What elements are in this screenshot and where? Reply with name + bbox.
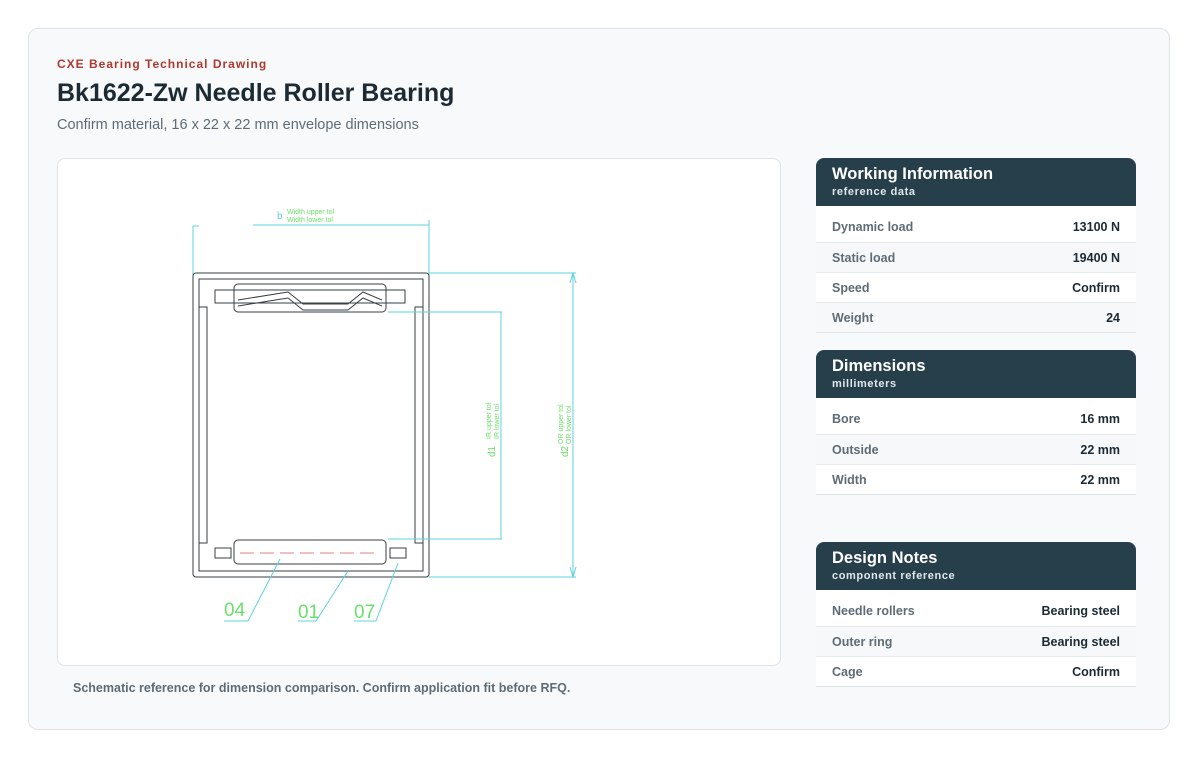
row-value: 16 mm xyxy=(1080,412,1120,426)
row-value: 24 xyxy=(1106,310,1120,325)
callout-04: 04 xyxy=(224,600,246,621)
dimensions-panel-title: Dimensions xyxy=(832,357,926,375)
design-notes-panel: Design Notes component reference Needle … xyxy=(816,542,1136,687)
table-row: Width 22 mm xyxy=(816,464,1136,494)
table-row: Speed Confirm xyxy=(816,272,1136,302)
main-card: CXE Bearing Technical Drawing Bk1622-Zw … xyxy=(28,28,1170,730)
outer-ring-outline xyxy=(192,272,430,578)
working-panel-subtitle: reference data xyxy=(832,186,916,198)
working-rows: Dynamic load 13100 N Static load 19400 N… xyxy=(816,206,1136,332)
table-row: Static load 19400 N xyxy=(816,242,1136,272)
outer-ring-inner-outline xyxy=(198,278,424,572)
d1-tol-lower: IR lower tol xyxy=(494,404,501,439)
cage-bottom-left xyxy=(214,547,232,559)
outer-ring-lip-right xyxy=(414,306,423,544)
design-panel-title: Design Notes xyxy=(832,549,938,567)
row-value: Confirm xyxy=(1072,280,1120,295)
width-tol-lower: Width lower tol xyxy=(287,217,333,224)
design-rows: Needle rollers Bearing steel Outer ring … xyxy=(816,590,1136,686)
table-row: Dynamic load 13100 N xyxy=(816,212,1136,242)
bottom-rollers xyxy=(214,539,407,565)
row-value: 19400 N xyxy=(1072,250,1120,265)
working-panel-header: Working Information reference data xyxy=(816,158,1136,206)
d2-tol-upper: OR upper tol xyxy=(558,404,565,444)
width-tol-upper: Width upper tol xyxy=(287,209,335,216)
d1-label: d1 xyxy=(487,445,498,457)
table-row: Bore 16 mm xyxy=(816,404,1136,434)
callout-07: 07 xyxy=(354,602,375,623)
outer-ring xyxy=(192,272,430,578)
top-cage xyxy=(214,283,406,313)
technical-drawing: b Width upper tol Width lower tol d1 IR … xyxy=(57,158,781,666)
working-panel-title: Working Information xyxy=(832,165,994,183)
design-panel-subtitle: component reference xyxy=(832,570,956,582)
callout-01: 01 xyxy=(298,602,319,623)
d1-dimension xyxy=(388,311,502,540)
cage-top-band xyxy=(214,289,406,304)
row-value: 13100 N xyxy=(1072,220,1120,234)
cage-bottom-right xyxy=(389,547,407,559)
page-subtitle: Confirm material, 16 x 22 x 22 mm envelo… xyxy=(57,117,419,133)
table-row: Outer ring Bearing steel xyxy=(816,626,1136,656)
d2-tol-lower: OR lower tol xyxy=(566,405,573,444)
row-label: Outside xyxy=(832,442,879,457)
row-value: Bearing steel xyxy=(1041,634,1120,649)
row-value: 22 mm xyxy=(1080,442,1120,457)
drawing-caption: Schematic reference for dimension compar… xyxy=(73,681,571,695)
table-row: Outside 22 mm xyxy=(816,434,1136,464)
width-label: b xyxy=(277,211,283,222)
row-value: 22 mm xyxy=(1080,472,1120,487)
row-label: Speed xyxy=(832,280,870,295)
d2-label: d2 xyxy=(560,445,571,457)
bottom-needle-roller xyxy=(233,539,387,565)
row-label: Bore xyxy=(832,412,861,426)
table-row: Needle rollers Bearing steel xyxy=(816,596,1136,626)
row-value: Bearing steel xyxy=(1041,604,1120,618)
table-row: Cage Confirm xyxy=(816,656,1136,686)
row-value: Confirm xyxy=(1072,664,1120,679)
d1-tol-upper: IR upper tol xyxy=(486,402,493,439)
row-label: Outer ring xyxy=(832,634,893,649)
dimensions-panel-subtitle: millimeters xyxy=(832,378,897,390)
row-label: Dynamic load xyxy=(832,220,914,234)
row-label: Weight xyxy=(832,310,874,325)
row-label: Cage xyxy=(832,664,863,679)
width-dimension xyxy=(192,220,430,276)
d2-dimension xyxy=(429,271,577,579)
bearing-drawing-svg: b Width upper tol Width lower tol d1 IR … xyxy=(192,209,577,623)
table-row: Weight 24 xyxy=(816,302,1136,332)
working-information-panel: Working Information reference data Dynam… xyxy=(816,158,1136,333)
outer-ring-lip-left xyxy=(199,306,208,544)
page-title: Bk1622-Zw Needle Roller Bearing xyxy=(57,79,455,107)
design-panel-header: Design Notes component reference xyxy=(816,542,1136,590)
eyebrow-label: CXE Bearing Technical Drawing xyxy=(57,57,268,71)
dimensions-panel: Dimensions millimeters Bore 16 mm Outsid… xyxy=(816,350,1136,495)
row-label: Needle rollers xyxy=(832,604,915,618)
dimensions-rows: Bore 16 mm Outside 22 mm Width 22 mm xyxy=(816,398,1136,494)
dimensions-panel-header: Dimensions millimeters xyxy=(816,350,1136,398)
row-label: Static load xyxy=(832,250,896,265)
row-label: Width xyxy=(832,472,867,487)
